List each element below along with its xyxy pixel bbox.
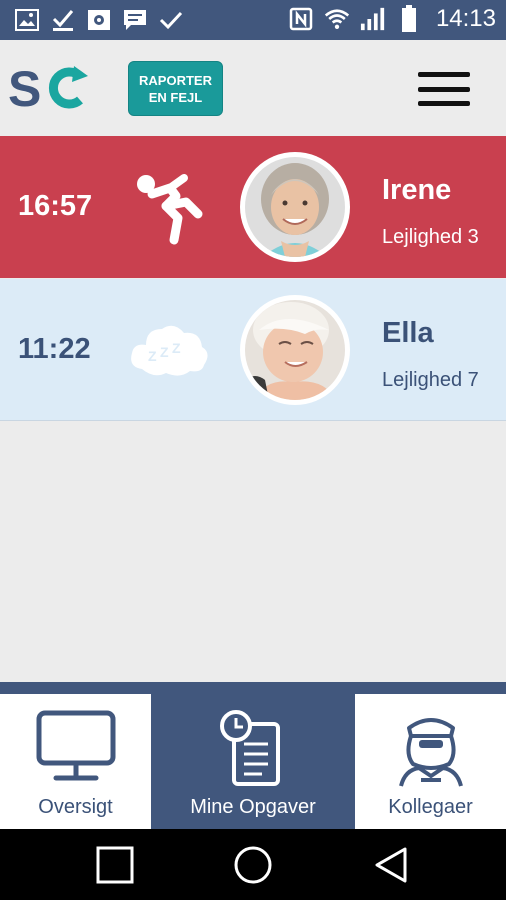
system-navigation-bar [0, 829, 506, 900]
check-icon [158, 7, 184, 33]
tab-colleagues[interactable]: Kollegaer [355, 694, 506, 829]
hamburger-menu-icon[interactable] [418, 70, 470, 108]
report-button-line1: RAPORTER [139, 72, 212, 88]
download-done-icon [50, 7, 76, 33]
clock: 14:13 [435, 5, 496, 32]
svg-text:Z: Z [148, 348, 157, 364]
resident-name: Irene [382, 174, 452, 206]
resident-apartment: Lejlighed 7 [382, 369, 479, 391]
nfc-icon [288, 6, 314, 32]
avatar [240, 295, 350, 405]
recent-apps-icon[interactable] [94, 844, 136, 886]
svg-text:Z: Z [160, 344, 169, 360]
svg-text:Z: Z [172, 340, 181, 356]
tab-label: Mine Opgaver [190, 796, 316, 818]
status-time: 11:22 [18, 333, 91, 365]
message-icon [122, 7, 148, 33]
tab-label: Kollegaer [388, 796, 473, 818]
home-icon[interactable] [232, 844, 274, 886]
resident-row-ella[interactable]: 11:22 Z Z Z Ella Lejlighed 7 [0, 279, 506, 421]
alert-time: 16:57 [18, 190, 93, 222]
avatar [240, 152, 350, 262]
tab-my-tasks[interactable]: Mine Opgaver [151, 694, 355, 829]
wifi-icon [324, 6, 350, 32]
resident-name: Ella [382, 317, 434, 349]
svg-text:S: S [8, 62, 41, 114]
bottom-navigation: Oversigt Mine Opgaver Kollegaer [0, 682, 506, 829]
tab-overview[interactable]: Oversigt [0, 694, 151, 829]
status-bar: 14:13 [0, 0, 506, 40]
back-icon[interactable] [370, 844, 412, 886]
report-button-line2: EN FEJL [148, 89, 203, 105]
tab-label: Oversigt [38, 796, 113, 818]
nurse-icon [386, 710, 476, 790]
app-screen: 14:13 S RAPORTER EN FEJL 16:57 Irene Lej… [0, 0, 506, 900]
battery-icon [396, 5, 422, 32]
clipboard-clock-icon [208, 710, 298, 790]
app-logo: S [8, 61, 92, 117]
image-icon [14, 7, 40, 33]
falling-person-icon [126, 166, 210, 250]
resident-row-irene[interactable]: 16:57 Irene Lejlighed 3 [0, 136, 506, 278]
app-header: S RAPORTER EN FEJL [0, 40, 506, 136]
signal-icon [360, 6, 386, 32]
report-error-button[interactable]: RAPORTER EN FEJL [128, 61, 223, 116]
settings-notification-icon [86, 7, 112, 33]
sleep-cloud-icon: Z Z Z [126, 309, 210, 393]
resident-apartment: Lejlighed 3 [382, 226, 479, 248]
monitor-icon [31, 710, 121, 790]
